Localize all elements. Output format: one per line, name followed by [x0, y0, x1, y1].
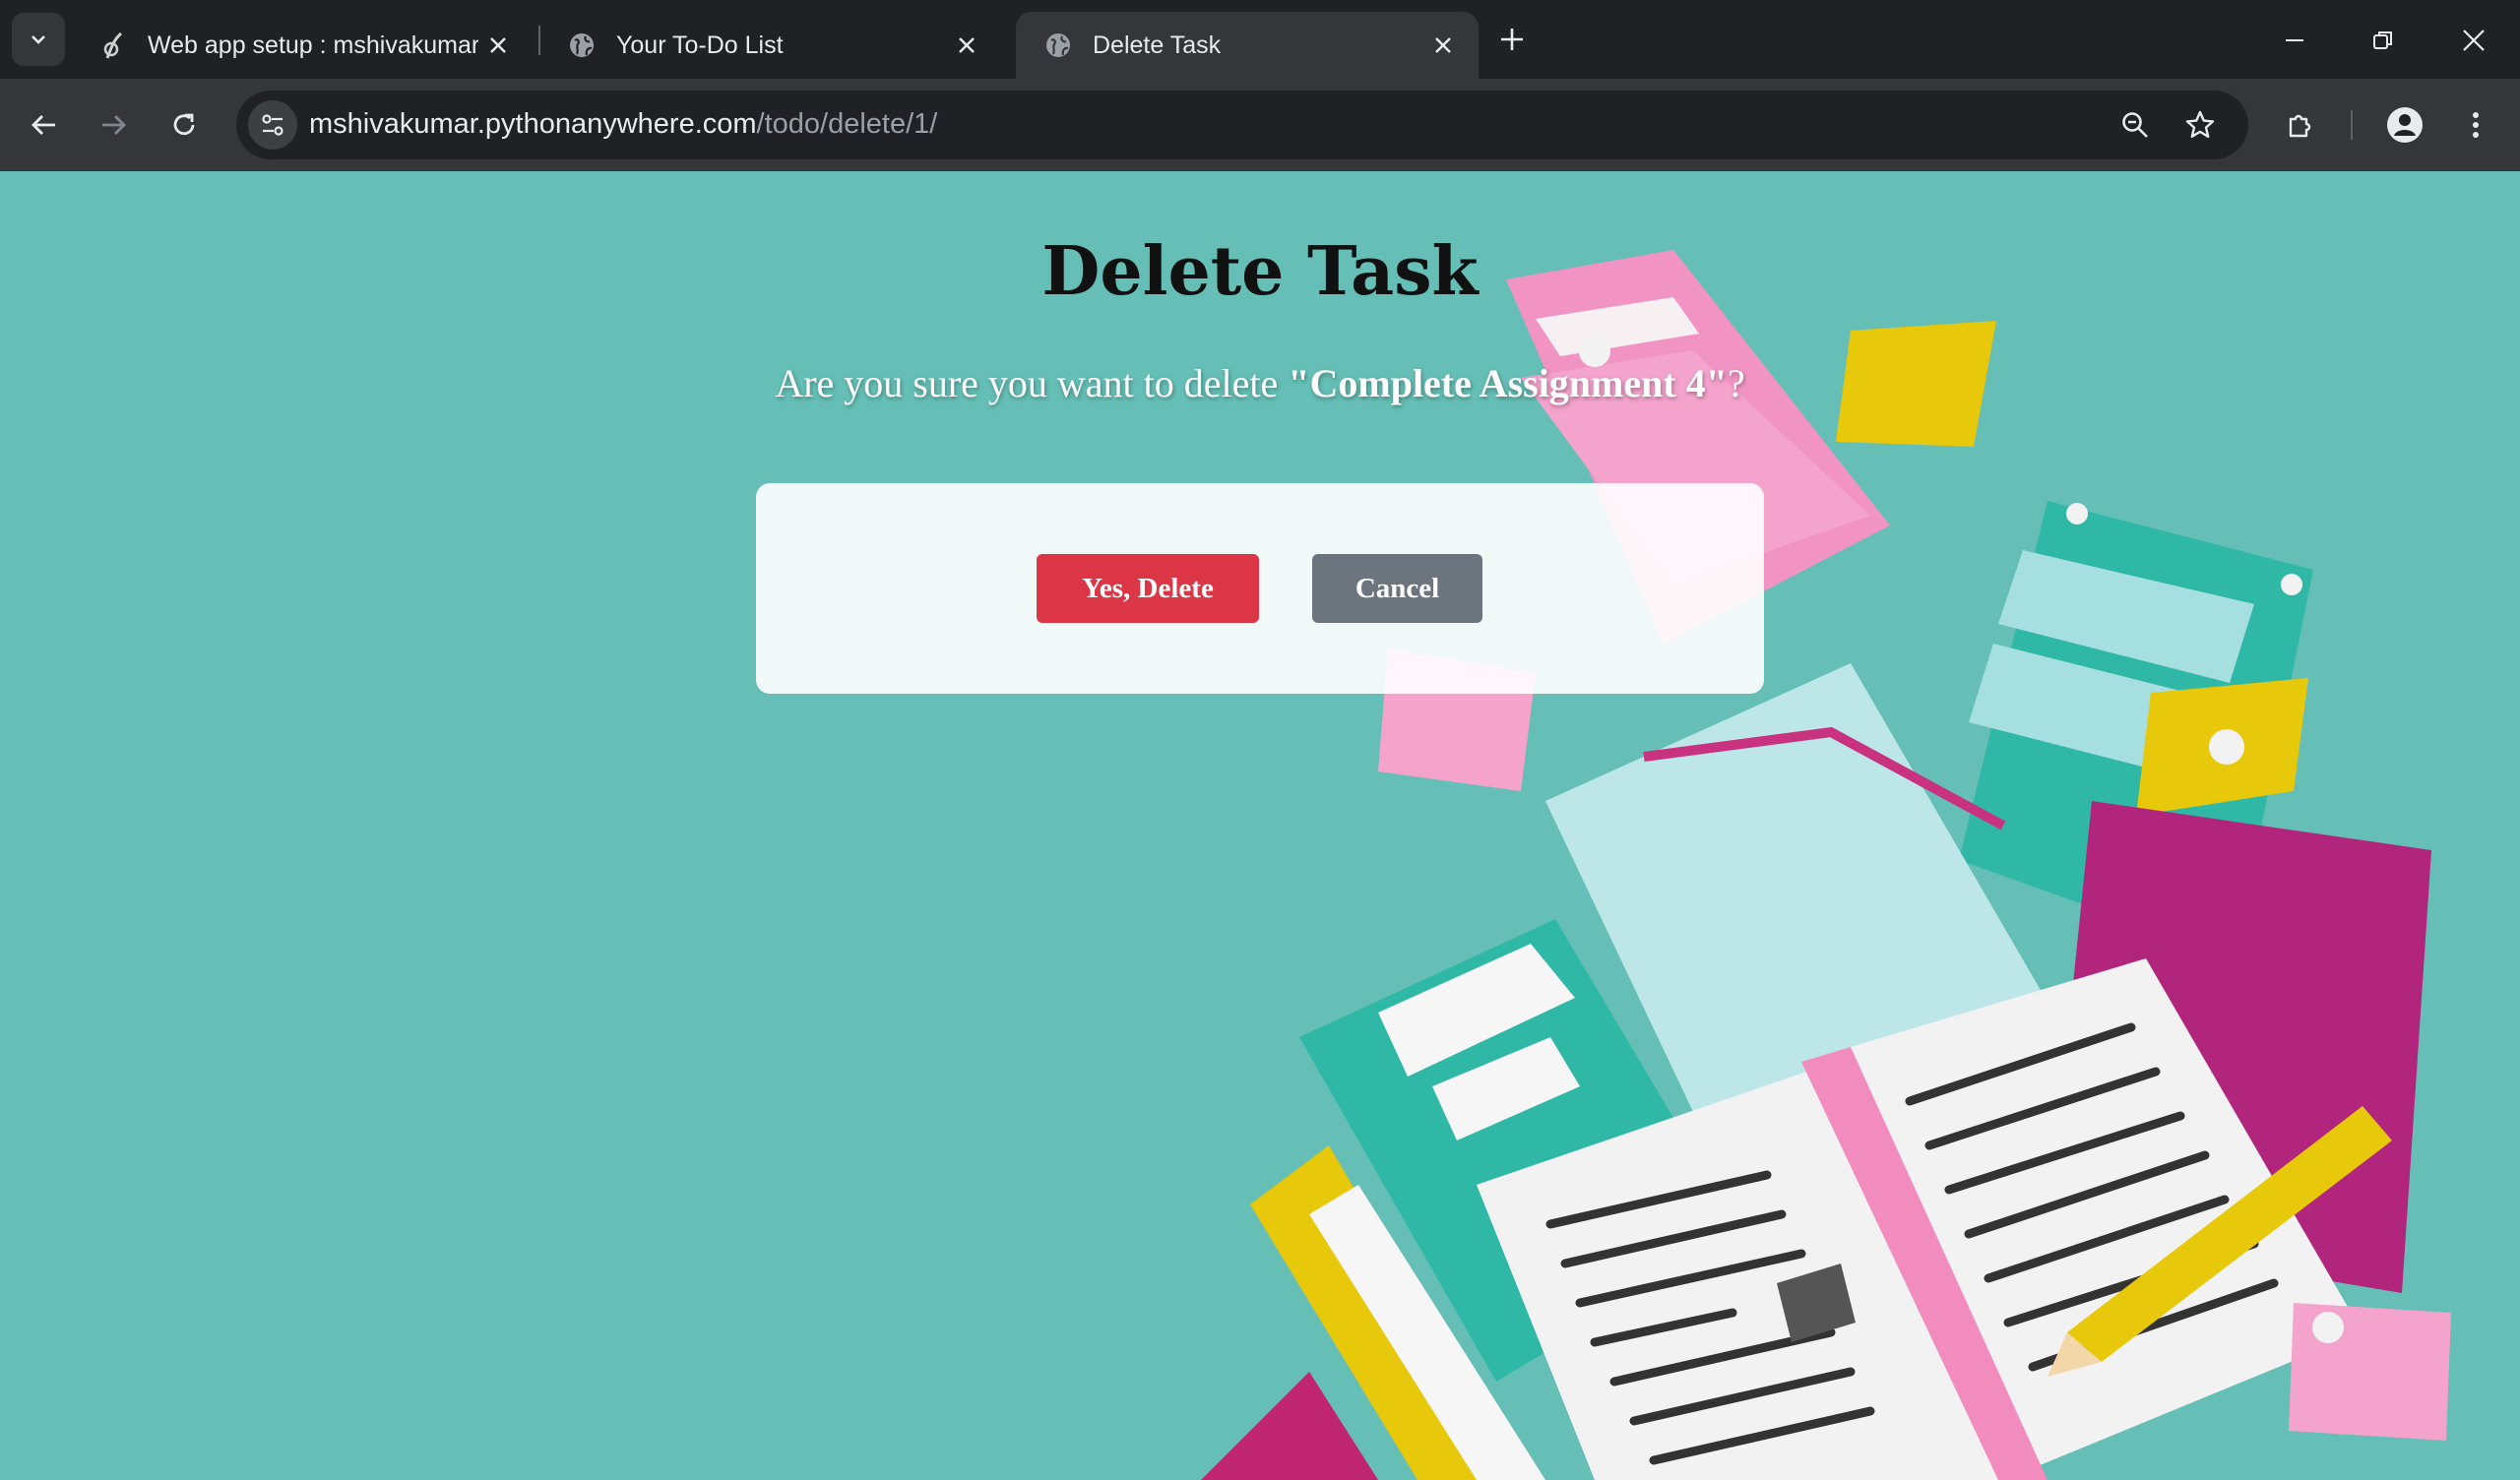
confirmation-card: Yes, Delete Cancel	[756, 483, 1764, 694]
chevron-down-icon	[32, 35, 45, 44]
globe-icon	[1043, 31, 1073, 60]
restore-button[interactable]	[2359, 16, 2408, 65]
site-info-button[interactable]	[248, 100, 297, 150]
tab-strip: Web app setup : mshivakumar : Your To-Do…	[0, 0, 2520, 79]
tune-icon	[262, 114, 284, 136]
menu-button[interactable]	[2451, 100, 2500, 150]
pythonanywhere-icon	[98, 31, 128, 60]
toolbar-separator	[2351, 110, 2353, 140]
cancel-button[interactable]: Cancel	[1312, 554, 1482, 623]
reload-icon	[173, 113, 195, 136]
zoom-out-icon	[2122, 112, 2148, 138]
close-tab-icon[interactable]	[947, 26, 986, 65]
zoom-button[interactable]	[2112, 102, 2158, 148]
tab-search-button[interactable]	[12, 13, 65, 66]
prompt-prefix: Are you sure you want to delete	[775, 361, 1289, 405]
plus-icon	[1501, 29, 1523, 50]
page-content: Delete Task Are you sure you want to del…	[0, 171, 2520, 1480]
tab-your-to-do-list[interactable]: Your To-Do List	[539, 12, 1002, 79]
tab-delete-task[interactable]: Delete Task	[1016, 12, 1479, 79]
tab-title: Delete Task	[1093, 31, 1222, 59]
forward-arrow-icon	[102, 115, 126, 135]
globe-icon	[567, 31, 597, 60]
close-tab-icon[interactable]	[1423, 26, 1463, 65]
close-window-button[interactable]	[2449, 16, 2498, 65]
page-title: Delete Task	[1041, 232, 1479, 311]
puzzle-icon	[2289, 114, 2311, 138]
minimize-button[interactable]	[2270, 16, 2319, 65]
star-icon	[2185, 110, 2215, 138]
bookmark-button[interactable]	[2177, 102, 2223, 148]
extensions-button[interactable]	[2276, 100, 2325, 150]
profile-button[interactable]	[2380, 100, 2429, 150]
url-text: mshivakumar.pythonanywhere.com/todo/dele…	[309, 108, 937, 141]
confirm-delete-button[interactable]: Yes, Delete	[1037, 554, 1259, 623]
browser-toolbar: mshivakumar.pythonanywhere.com/todo/dele…	[0, 79, 2520, 171]
task-name: "Complete Assignment 4"	[1288, 361, 1728, 405]
tab-title: Web app setup : mshivakumar :	[148, 31, 478, 59]
url-path: /todo/delete/1/	[756, 108, 938, 140]
url-host: mshivakumar.pythonanywhere.com	[309, 108, 757, 140]
back-arrow-icon	[32, 115, 55, 135]
back-button[interactable]	[20, 100, 69, 150]
minimize-icon	[2286, 39, 2303, 41]
confirmation-prompt: Are you sure you want to delete "Complet…	[0, 360, 2520, 406]
avatar-icon	[2387, 107, 2423, 143]
close-tab-icon[interactable]	[478, 26, 518, 65]
address-bar[interactable]: mshivakumar.pythonanywhere.com/todo/dele…	[236, 91, 2248, 159]
tab-title: Your To-Do List	[616, 31, 784, 59]
forward-button[interactable]	[89, 100, 138, 150]
close-icon	[2463, 30, 2485, 51]
restore-icon	[2373, 31, 2392, 49]
more-vertical-icon	[2473, 112, 2479, 138]
reload-button[interactable]	[159, 100, 209, 150]
tab-web-app-setup[interactable]: Web app setup : mshivakumar :	[71, 12, 534, 79]
new-tab-button[interactable]	[1492, 20, 1532, 59]
prompt-suffix: ?	[1727, 361, 1745, 405]
